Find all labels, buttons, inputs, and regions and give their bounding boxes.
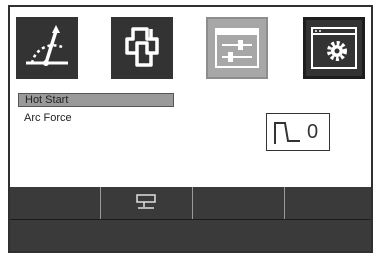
parameter-value-display: 0 <box>266 113 330 151</box>
welding-torch-angle-icon <box>26 25 68 66</box>
softkey-2[interactable] <box>101 187 192 219</box>
parameter-value: 0 <box>307 121 319 143</box>
settings-window-gear-icon <box>311 27 357 69</box>
menu-item-hot-start[interactable]: Hot Start <box>18 93 174 107</box>
panel-stand-icon <box>136 194 156 209</box>
adjust-tile[interactable] <box>206 17 268 79</box>
system-settings-tile[interactable] <box>303 17 365 79</box>
welder-display-screen: Hot Start Arc Force 0 <box>8 5 373 253</box>
pulse-step-icon <box>274 122 300 144</box>
softkey-3[interactable] <box>193 187 284 219</box>
softkey-4[interactable] <box>285 187 371 219</box>
menu-item-label: Hot Start <box>25 94 69 106</box>
menu-item-arc-force[interactable]: Arc Force <box>18 111 72 125</box>
status-bar <box>10 220 371 251</box>
welding-angle-tile[interactable] <box>16 17 78 79</box>
softkey-1[interactable] <box>10 187 100 219</box>
menu-item-label: Arc Force <box>24 112 72 124</box>
adjust-sliders-icon <box>215 28 259 68</box>
wire-feed-tile[interactable] <box>111 17 173 79</box>
wire-feed-link-icon <box>125 27 159 67</box>
